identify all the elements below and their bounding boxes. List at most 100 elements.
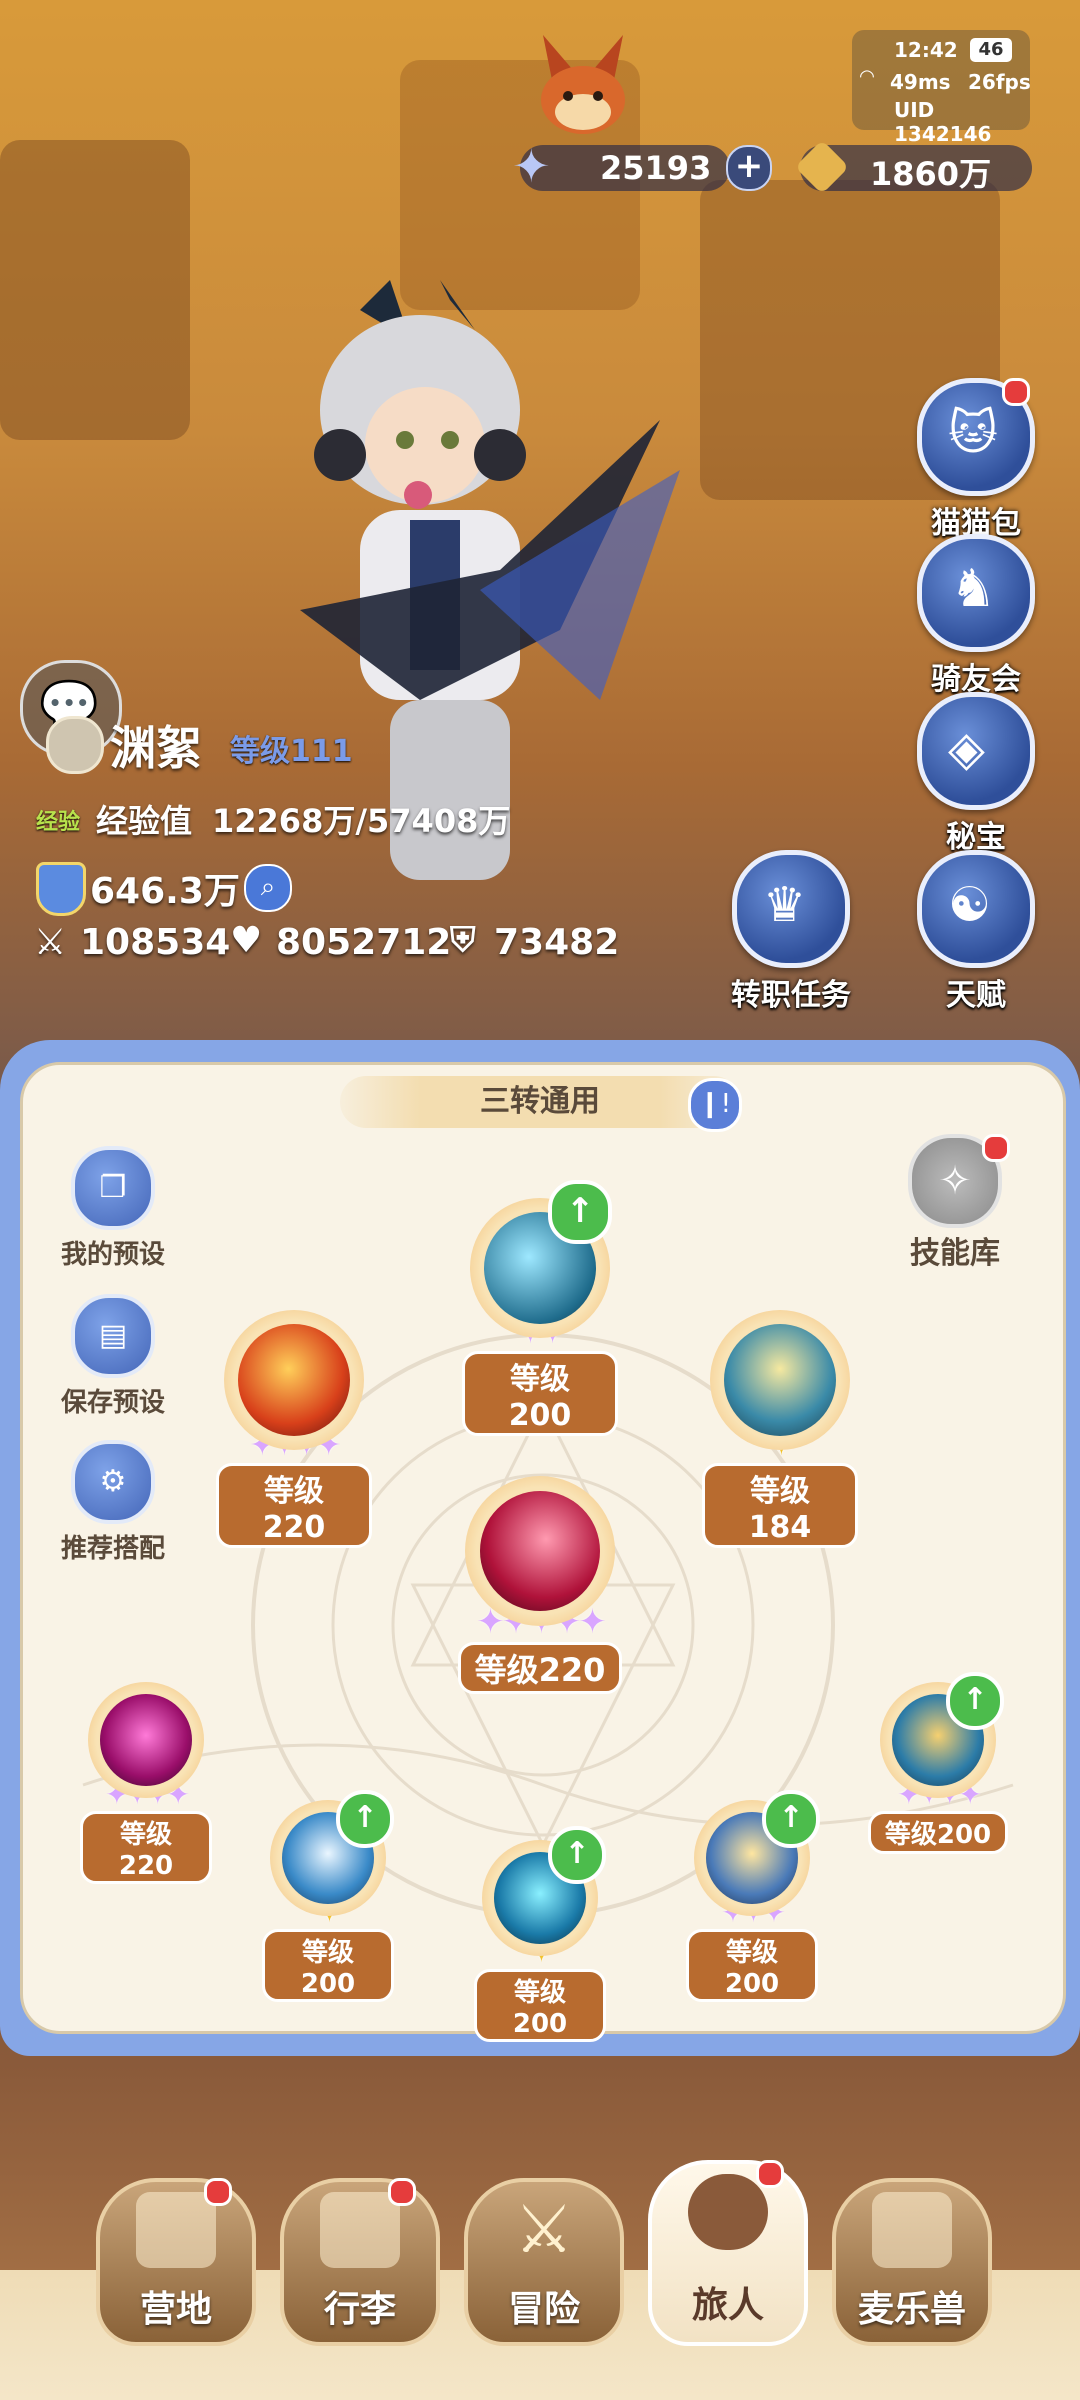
horse-icon: ♞: [950, 559, 997, 619]
rider-club-button[interactable]: ♞ 骑友会: [916, 534, 1036, 698]
save-disk-icon: ▤: [98, 1318, 128, 1353]
nav-luggage-label: 行李: [323, 2289, 396, 2330]
attack-value: 108534: [80, 922, 231, 963]
treasure-button[interactable]: ◈ 秘宝: [916, 692, 1036, 856]
upgrade-arrow-icon[interactable]: ↑: [762, 1790, 820, 1848]
uid: UID 1342146: [894, 98, 992, 146]
notification-dot: [204, 2178, 232, 2206]
star-amount: 25193: [600, 149, 712, 187]
nav-traveler-label: 旅人: [691, 2285, 764, 2326]
shield-icon: ⛨: [450, 920, 476, 960]
pet-fox-icon[interactable]: [528, 30, 638, 140]
ping: 49ms: [890, 70, 951, 94]
save-preset-button[interactable]: ▤ 保存预设: [28, 1294, 198, 1419]
fps: 26fps: [968, 70, 1031, 94]
combat-power: 646.3万: [90, 871, 240, 912]
upgrade-arrow-icon[interactable]: ↑: [336, 1790, 394, 1848]
nav-traveler[interactable]: 旅人: [648, 2160, 808, 2346]
exp-label: 经验值: [96, 802, 193, 840]
notification-dot: [756, 2160, 784, 2188]
talent-label: 天赋: [946, 978, 1006, 1013]
skill-level: 等级220: [80, 1811, 212, 1884]
gold-amount: 1860万: [870, 155, 992, 193]
cat-bag-icon: 🐱: [948, 405, 999, 461]
preset-cards-icon: ❐: [99, 1170, 127, 1205]
gold-currency: 1860万: [794, 139, 1032, 195]
power-detail-button[interactable]: ⌕: [244, 864, 292, 912]
skill-icon: [480, 1491, 600, 1611]
skill-level: 等级200: [474, 1969, 606, 2042]
class-emblem-icon: [46, 716, 104, 774]
skill-level: 等级220: [216, 1463, 372, 1548]
notification-dot: [982, 1134, 1010, 1162]
skill-level: 等级184: [702, 1463, 858, 1548]
preset-info-button[interactable]: ❙!: [688, 1078, 742, 1132]
nav-luggage[interactable]: 行李: [280, 2178, 440, 2346]
attack-icon: ⚔: [34, 922, 67, 963]
my-preset-button[interactable]: ❐ 我的预设: [28, 1146, 198, 1271]
upgrade-arrow-icon[interactable]: ↑: [946, 1672, 1004, 1730]
skill-slot-5[interactable]: ✦✦✦✦ 等级220: [80, 1682, 212, 1884]
backpack-icon: [320, 2192, 400, 2268]
defense-value: 73482: [494, 922, 620, 963]
skill-level: 等级200: [686, 1929, 818, 2002]
clock: 12:42: [894, 38, 958, 62]
star-gem-icon: ✦: [512, 139, 551, 193]
skill-icon: [100, 1694, 192, 1786]
player-name: 渊絮: [110, 721, 202, 775]
traveler-avatar-icon: [688, 2174, 768, 2250]
notification-dot: [1002, 378, 1030, 406]
recommend-label: 推荐搭配: [60, 1534, 165, 1564]
power-shield-icon: [36, 862, 86, 916]
battery-indicator: 46: [970, 38, 1012, 62]
crossed-swords-icon: ⚔: [514, 2191, 574, 2268]
crown-icon: ♛: [763, 877, 807, 933]
wifi-icon: ◠: [860, 66, 874, 87]
skill-level: 等级200: [262, 1929, 394, 2002]
recommend-gear-icon: ⚙: [99, 1464, 127, 1499]
skill-icon: [724, 1324, 836, 1436]
skill-slot-2[interactable]: ✦✦✦✦ 等级220: [216, 1310, 372, 1548]
skill-level: 等级200: [867, 1811, 1009, 1854]
pet-cat-icon: [872, 2192, 952, 2268]
my-preset-label: 我的预设: [60, 1240, 165, 1270]
nav-camp-label: 营地: [139, 2289, 212, 2330]
upgrade-arrow-icon[interactable]: ↑: [548, 1180, 612, 1244]
nav-pets-label: 麦乐兽: [857, 2289, 966, 2330]
background-rock: [0, 140, 190, 440]
treasure-icon: ◈: [948, 721, 985, 777]
add-currency-button[interactable]: +: [726, 145, 772, 191]
preset-title-bar[interactable]: 三转通用: [340, 1076, 740, 1128]
book-icon: ❙!: [698, 1089, 732, 1119]
nav-camp[interactable]: 营地: [96, 2178, 256, 2346]
nav-adventure[interactable]: ⚔ 冒险: [464, 2178, 624, 2346]
castle-icon: [136, 2192, 216, 2268]
skill-library-label: 技能库: [910, 1236, 1000, 1271]
brain-icon: ☯: [948, 877, 992, 933]
search-icon: ⌕: [260, 872, 276, 902]
skill-library-icon: ✧: [938, 1158, 972, 1204]
preset-title: 三转通用: [480, 1084, 600, 1119]
upgrade-arrow-icon[interactable]: ↑: [548, 1826, 606, 1884]
exp-tag: 经验: [36, 810, 81, 835]
recommend-button[interactable]: ⚙ 推荐搭配: [28, 1440, 198, 1565]
heart-icon: ♥: [230, 920, 263, 961]
hp-value: 8052712: [276, 922, 452, 963]
job-quest-label: 转职任务: [731, 978, 851, 1013]
skill-level: 等级220: [457, 1642, 623, 1694]
skill-slot-center[interactable]: ✦✦✦✦✦ 等级220: [440, 1476, 640, 1694]
player-level: 等级111: [230, 734, 353, 769]
save-preset-label: 保存预设: [60, 1388, 165, 1418]
nav-adventure-label: 冒险: [507, 2289, 580, 2330]
talent-button[interactable]: ☯ 天赋: [916, 850, 1036, 1014]
job-quest-button[interactable]: ♛ 转职任务: [730, 850, 852, 1014]
cat-bag-button[interactable]: 🐱 猫猫包: [916, 378, 1036, 542]
nav-pets[interactable]: 麦乐兽: [832, 2178, 992, 2346]
exp-value: 12268万/57408万: [212, 802, 511, 840]
skill-slot-3[interactable]: ✦ 等级184: [702, 1310, 858, 1548]
notification-dot: [388, 2178, 416, 2206]
star-currency: ✦ 25193: [512, 139, 730, 193]
skill-icon: [238, 1324, 350, 1436]
skill-level: 等级200: [462, 1351, 618, 1436]
skill-library-button[interactable]: ✧ 技能库: [890, 1134, 1020, 1272]
